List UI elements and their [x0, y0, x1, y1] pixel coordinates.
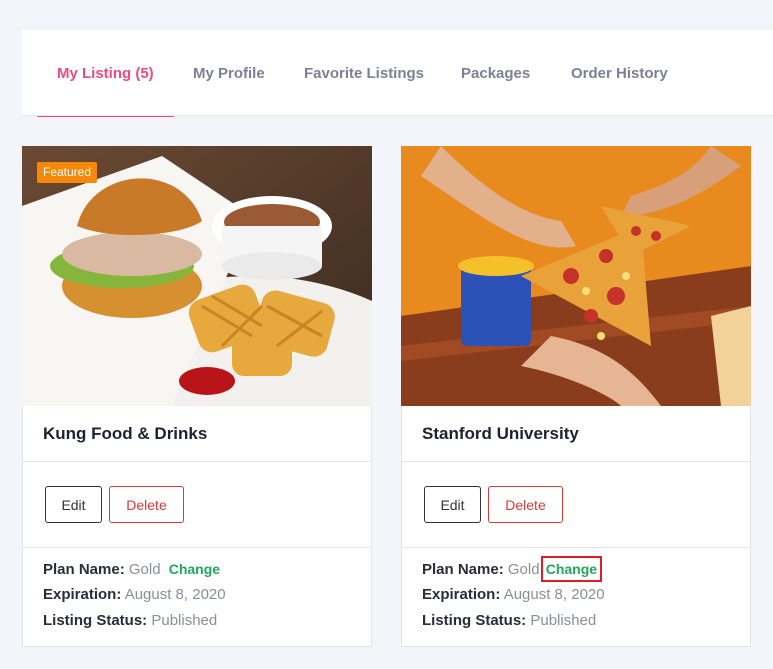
expiration-label: Expiration:: [43, 586, 122, 603]
divider: [402, 461, 750, 462]
tab-packages[interactable]: Packages: [461, 30, 530, 116]
listing-image[interactable]: [401, 146, 751, 406]
edit-button[interactable]: Edit: [424, 486, 481, 523]
expiration-row: Expiration: August 8, 2020: [422, 586, 605, 603]
listing-card: Featured Kung Food & Drinks Edit Delete …: [22, 146, 372, 647]
listing-image[interactable]: Featured: [22, 146, 372, 406]
expiration-value: August 8, 2020: [503, 586, 605, 603]
listing-status-value: Published: [151, 612, 218, 629]
change-plan-link[interactable]: Change: [169, 561, 220, 577]
listing-status-value: Published: [530, 612, 597, 629]
dashboard-tabs: My Listing (5) My Profile Favorite Listi…: [22, 30, 773, 117]
expiration-row: Expiration: August 8, 2020: [43, 586, 226, 603]
expiration-value: August 8, 2020: [124, 586, 226, 603]
listing-status-row: Listing Status: Published: [43, 612, 217, 629]
tab-my-profile[interactable]: My Profile: [193, 30, 265, 116]
plan-name-value: Gold: [507, 561, 540, 578]
listing-title[interactable]: Kung Food & Drinks: [43, 424, 207, 444]
plan-name-label: Plan Name:: [43, 561, 125, 578]
delete-button[interactable]: Delete: [488, 486, 563, 523]
featured-badge: Featured: [37, 162, 98, 183]
divider: [23, 547, 371, 548]
listing-title[interactable]: Stanford University: [422, 424, 579, 444]
plan-name-row: Plan Name: Gold Change: [43, 561, 220, 578]
listing-status-row: Listing Status: Published: [422, 612, 596, 629]
plan-name-value: Gold: [128, 561, 161, 578]
divider: [23, 461, 371, 462]
listing-status-label: Listing Status:: [422, 612, 527, 629]
change-plan-link[interactable]: Change: [540, 556, 603, 582]
expiration-label: Expiration:: [422, 586, 501, 603]
tab-my-listing[interactable]: My Listing (5): [37, 30, 174, 117]
plan-name-row: Plan Name: Gold Change: [422, 556, 603, 582]
listing-status-label: Listing Status:: [43, 612, 148, 629]
listing-card: Stanford University Edit Delete Plan Nam…: [401, 146, 751, 647]
tab-favorite-listings[interactable]: Favorite Listings: [304, 30, 424, 116]
delete-button[interactable]: Delete: [109, 486, 184, 523]
plan-name-label: Plan Name:: [422, 561, 504, 578]
tab-order-history[interactable]: Order History: [571, 30, 668, 116]
edit-button[interactable]: Edit: [45, 486, 102, 523]
divider: [402, 547, 750, 548]
